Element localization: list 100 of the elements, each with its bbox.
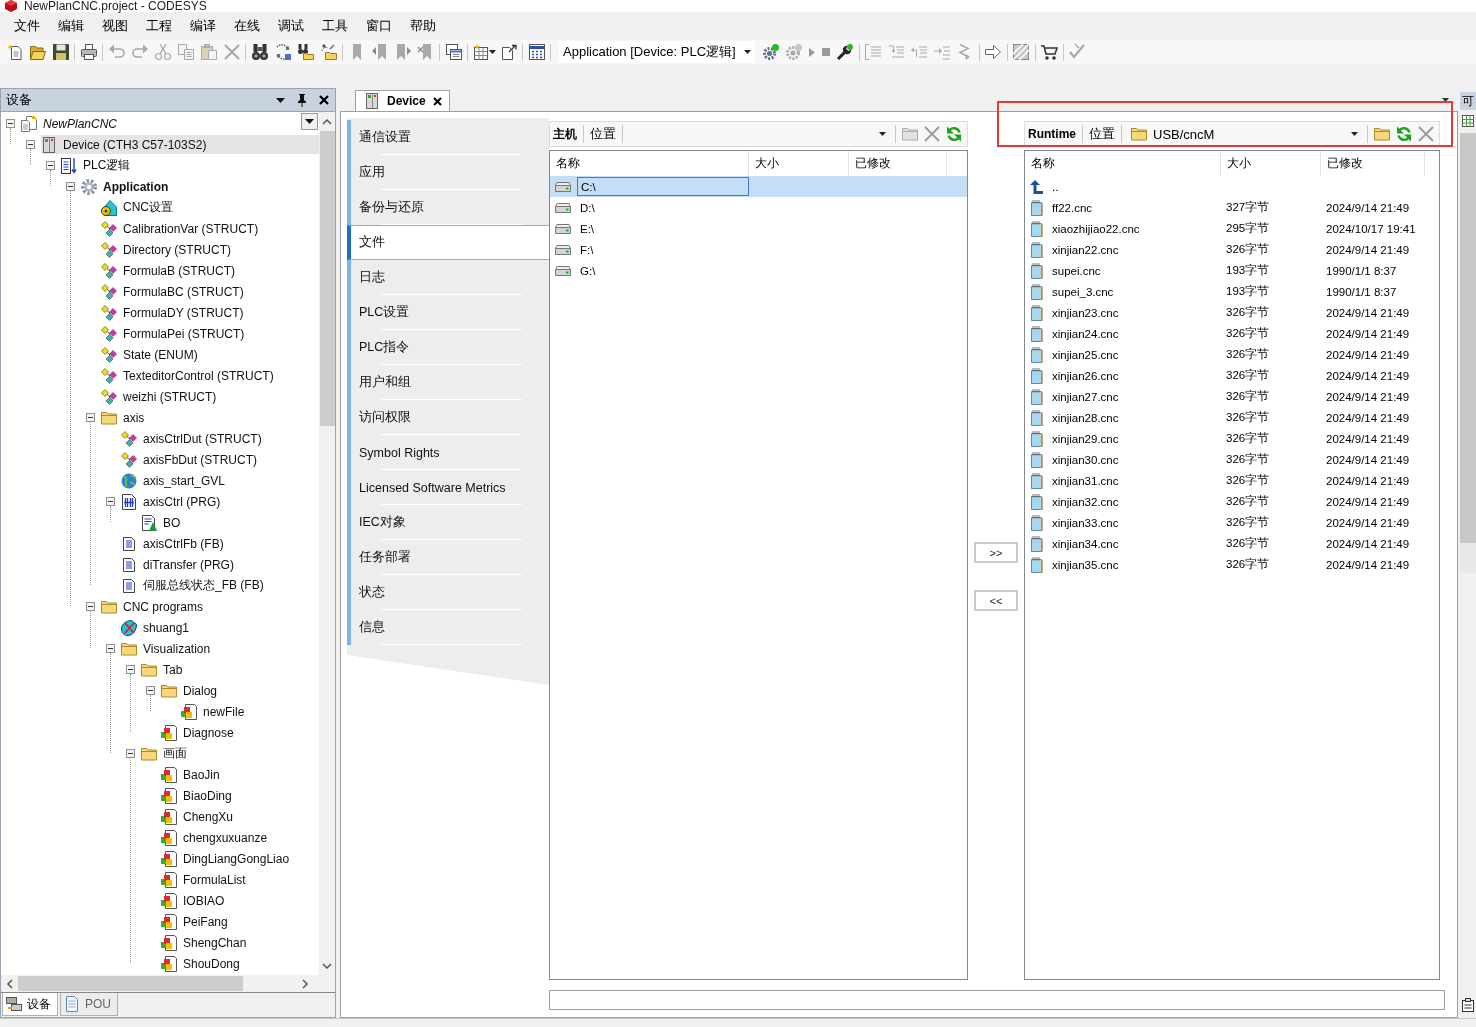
file-row[interactable]: xinjian31.cnc 326字节 2024/9/14 21:49 [1025, 470, 1439, 491]
tree-item[interactable]: 伺服总线状态_FB (FB) [121, 576, 268, 595]
tree-item[interactable]: Tab [141, 660, 187, 679]
file-row[interactable]: xiaozhijiao22.cnc 295字节 2024/10/17 19:41 [1025, 218, 1439, 239]
menu-item[interactable]: 窗口 [357, 16, 401, 36]
vertical-scrollbar[interactable] [319, 112, 335, 975]
tree-item[interactable]: FormulaList [161, 870, 250, 889]
transfer-button[interactable]: >> [974, 542, 1018, 563]
grid-icon[interactable] [1462, 115, 1474, 127]
stop-icon[interactable] [822, 48, 831, 56]
tree-item[interactable]: DingLiangGongLiao [161, 849, 294, 868]
chevron-down-icon[interactable] [322, 963, 332, 970]
tree-item[interactable]: Visualization [121, 639, 215, 658]
grid-icon[interactable] [528, 44, 545, 60]
tree-item[interactable]: axisCtrlFb (FB) [121, 534, 228, 553]
tree-item[interactable]: NewPlanCNC [21, 114, 122, 133]
transfer-button[interactable]: << [974, 590, 1018, 611]
location-dropdown[interactable]: USB/cncM [1128, 124, 1361, 144]
menu-item[interactable]: 视图 [93, 16, 137, 36]
collapse-icon[interactable] [126, 665, 135, 674]
tree-item[interactable]: 画面 [141, 744, 191, 763]
menu-item[interactable]: 工程 [137, 16, 181, 36]
chevron-left-icon[interactable] [6, 978, 13, 989]
cart-icon[interactable] [1041, 44, 1058, 60]
tree-item[interactable]: FormulaPei (STRUCT) [101, 324, 249, 343]
collapse-icon[interactable] [106, 497, 115, 506]
file-row[interactable]: G:\ [550, 260, 967, 281]
file-row[interactable]: xinjian23.cnc 326字节 2024/9/14 21:49 [1025, 302, 1439, 323]
collapse-icon[interactable] [126, 749, 135, 758]
clipboard-icon[interactable] [1462, 998, 1474, 1012]
nav-item[interactable]: 文件 [347, 225, 549, 260]
panel-tab[interactable]: 可 [1460, 92, 1476, 110]
file-row[interactable]: xinjian26.cnc 326字节 2024/9/14 21:49 [1025, 365, 1439, 386]
tree-item[interactable]: FormulaBC (STRUCT) [101, 282, 248, 301]
tree-item[interactable]: TexteditorControl (STRUCT) [101, 366, 278, 385]
tree-item[interactable]: ChengXu [161, 807, 238, 826]
striped-box-icon[interactable] [1013, 44, 1030, 60]
caret-down-icon[interactable] [1442, 98, 1449, 102]
open-folder-icon[interactable] [29, 44, 46, 60]
collapse-icon[interactable] [86, 413, 95, 422]
bookmark-arrow-icon[interactable] [394, 44, 411, 60]
tree-item[interactable]: chengxuxuanze [161, 828, 272, 847]
menu-item[interactable]: 文件 [5, 16, 49, 36]
bookmark-arrow-icon[interactable] [371, 44, 388, 60]
tree-item[interactable]: FormulaDY (STRUCT) [101, 303, 248, 322]
tree-item[interactable]: BO [141, 513, 185, 532]
file-row[interactable]: xinjian34.cnc 326字节 2024/9/14 21:49 [1025, 533, 1439, 554]
menu-item[interactable]: 在线 [225, 16, 269, 36]
tree-item[interactable]: Application [81, 177, 173, 196]
menu-item[interactable]: 编辑 [49, 16, 93, 36]
binoculars-icon[interactable] [251, 44, 268, 60]
file-row[interactable]: xinjian32.cnc 326字节 2024/9/14 21:49 [1025, 491, 1439, 512]
menu-item[interactable]: 工具 [313, 16, 357, 36]
tree-item[interactable]: axis_start_GVL [121, 471, 230, 490]
file-row[interactable]: C:\ [550, 176, 967, 197]
delete-icon[interactable] [1418, 126, 1434, 142]
collapse-icon[interactable] [66, 182, 75, 191]
wrench-icon[interactable] [837, 44, 854, 60]
column-header[interactable]: 已修改 [1321, 151, 1425, 176]
tree-item[interactable]: PLC逻辑 [61, 156, 135, 175]
file-row[interactable]: xinjian27.cnc 326字节 2024/9/14 21:49 [1025, 386, 1439, 407]
tree-item[interactable]: newFile [181, 702, 249, 721]
tree-item[interactable]: axisFbDut (STRUCT) [121, 450, 261, 469]
tree-item[interactable]: CalibrationVar (STRUCT) [101, 219, 263, 238]
checkmark-icon[interactable] [1069, 44, 1086, 60]
panel-tab[interactable]: POU [60, 993, 118, 1016]
delete-icon[interactable] [924, 126, 940, 142]
file-row[interactable]: xinjian29.cnc 326字节 2024/9/14 21:49 [1025, 428, 1439, 449]
tree-item[interactable]: ShouDong [161, 954, 244, 973]
file-row[interactable]: xinjian30.cnc 326字节 2024/9/14 21:49 [1025, 449, 1439, 470]
panel-tab[interactable]: 设备 [2, 993, 58, 1016]
file-row[interactable]: xinjian28.cnc 326字节 2024/9/14 21:49 [1025, 407, 1439, 428]
file-row[interactable]: xinjian35.cnc 326字节 2024/9/14 21:49 [1025, 554, 1439, 575]
refresh-icon[interactable] [946, 126, 962, 142]
file-row[interactable]: D:\ [550, 197, 967, 218]
dropdown-button[interactable] [301, 113, 318, 130]
tree-item[interactable]: axisCtrl (PRG) [121, 492, 225, 511]
document-arrow-icon[interactable] [501, 44, 517, 60]
tree-item[interactable]: BiaoDing [161, 786, 236, 805]
file-row[interactable]: ff22.cnc 327字节 2024/9/14 21:49 [1025, 197, 1439, 218]
tree-item[interactable]: weizhi (STRUCT) [101, 387, 221, 406]
file-row[interactable]: E:\ [550, 218, 967, 239]
file-row[interactable]: .. [1025, 176, 1439, 197]
file-row[interactable]: supei_3.cnc 193字节 1990/1/1 8:37 [1025, 281, 1439, 302]
collapse-icon[interactable] [6, 119, 15, 128]
tree-item[interactable]: CNC设置 [101, 198, 177, 217]
tree-item[interactable]: BaoJin [161, 765, 224, 784]
printer-icon[interactable] [80, 44, 97, 60]
column-header[interactable]: 大小 [1221, 151, 1321, 176]
tree-item[interactable]: CNC programs [101, 597, 207, 616]
tree-item[interactable]: FormulaB (STRUCT) [101, 261, 239, 280]
chevron-up-icon[interactable] [322, 118, 332, 125]
tree-item[interactable]: ShengChan [161, 933, 251, 952]
windows-icon[interactable] [445, 44, 462, 60]
file-row[interactable]: xinjian22.cnc 326字节 2024/9/14 21:49 [1025, 239, 1439, 260]
scroll-thumb[interactable] [18, 976, 243, 991]
table-icon[interactable] [473, 44, 488, 60]
tree-item[interactable]: State (ENUM) [101, 345, 202, 364]
menu-item[interactable]: 编译 [181, 16, 225, 36]
arrow-right-icon[interactable] [985, 44, 1002, 60]
